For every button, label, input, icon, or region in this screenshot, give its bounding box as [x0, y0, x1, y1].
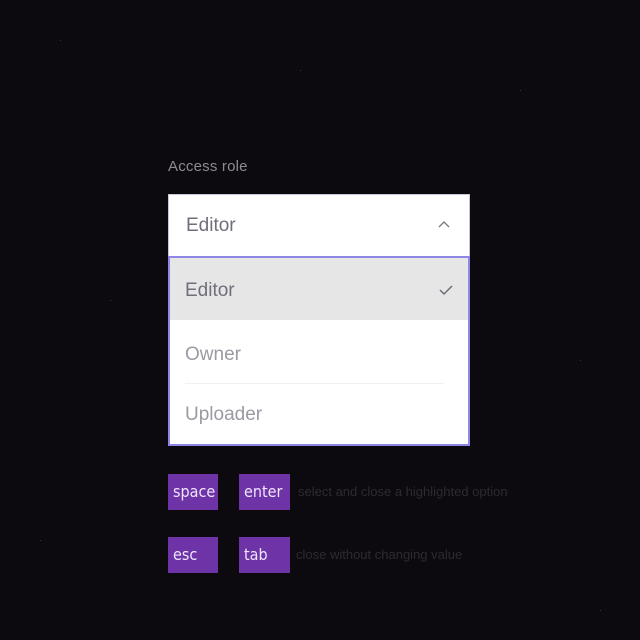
background-dot: [60, 40, 61, 41]
menu-option-owner[interactable]: Owner: [170, 322, 468, 384]
field-label: Access role: [168, 158, 248, 175]
background-dot: [600, 610, 601, 611]
option-label: Owner: [185, 344, 241, 365]
space-key-badge: space: [168, 474, 218, 510]
background-dot: [300, 70, 301, 71]
close-hint-text: close without changing value: [296, 547, 463, 562]
role-select[interactable]: Editor: [168, 194, 470, 256]
check-icon: [439, 285, 453, 296]
option-label: Editor: [185, 280, 235, 301]
background-dot: [40, 540, 41, 541]
menu-option-editor[interactable]: Editor: [170, 258, 468, 320]
option-label: Uploader: [185, 404, 263, 425]
chevron-up-icon[interactable]: [437, 219, 451, 229]
select-value: Editor: [186, 215, 236, 236]
tab-key-badge: tab: [239, 537, 290, 573]
background-dot: [580, 360, 581, 361]
enter-key-badge: enter: [239, 474, 290, 510]
background-dot: [520, 90, 521, 91]
esc-key-badge: esc: [168, 537, 218, 573]
menu-option-uploader[interactable]: Uploader: [170, 382, 468, 444]
dropdown-menu: Editor Owner Uploader: [168, 256, 470, 446]
select-hint-text: select and close a highlighted option: [298, 484, 508, 499]
page-stage: Access role Editor Editor Owner Uploader…: [0, 0, 640, 640]
background-dot: [110, 300, 111, 301]
